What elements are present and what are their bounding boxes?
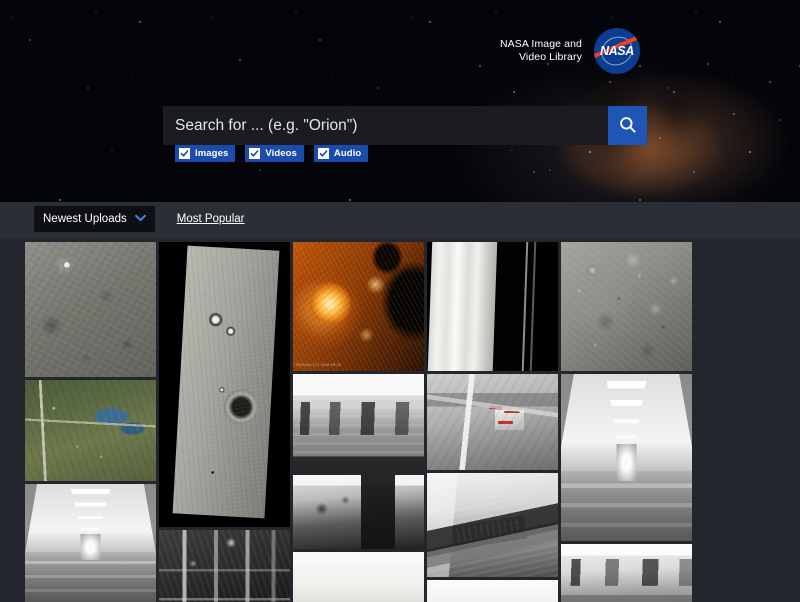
gallery-tile-aerial-launch-complex[interactable] [427,374,558,470]
thumbnail-image [561,242,692,371]
thumbnail-image [293,552,424,602]
gallery-tile-bw-control-room-workstations[interactable] [293,374,424,472]
thumbnail-image [561,374,692,541]
ceiling-lights [64,489,116,541]
sort-toolbar: Newest Uploads Most Popular [0,202,800,238]
ceiling-lights [600,381,652,454]
site-branding: NASA Image and Video Library NASA [500,28,640,74]
gallery-column-1 [25,242,156,602]
filter-chip-videos[interactable]: Videos [245,145,304,162]
thumbnail-image [561,544,692,602]
console-control-panel [452,515,528,549]
filter-chip-audio[interactable]: Audio [314,145,368,162]
thumbnail-image [427,374,558,470]
orbital-swath [173,245,279,518]
search-bar [163,106,647,145]
ring-band [427,242,498,371]
filter-label-audio: Audio [334,148,361,159]
sort-dropdown-label: Newest Uploads [43,213,127,225]
image-watermark: SDO/AIA 171 2018-09-26 [296,363,341,367]
red-markings [487,403,542,428]
search-submit-button[interactable] [608,106,647,145]
gallery-tile-bw-interior-corridor[interactable] [25,484,156,602]
nasa-logo-wordmark: NASA [594,28,640,74]
media-type-filters: Images Videos Audio [175,145,368,162]
checkbox-checked-icon[interactable] [179,148,190,159]
gallery-tile-bw-white-wall-panel[interactable] [293,552,424,602]
floor-reflection [25,552,156,602]
thin-ringlet [529,242,536,371]
site-title: NASA Image and Video Library [500,38,582,64]
thin-ringlet [521,242,528,371]
gallery-tile-bw-laboratory-room[interactable] [561,544,692,602]
image-results-gallery: SDO/AIA 171 2018-09-26 [0,238,800,602]
filter-chip-images[interactable]: Images [175,145,235,162]
nasa-logo-icon: NASA [594,28,640,74]
thumbnail-image [293,242,424,371]
gallery-tile-solar-active-region[interactable]: SDO/AIA 171 2018-09-26 [293,242,424,371]
thumbnail-image [427,580,558,602]
thumbnail-image [293,475,424,549]
thumbnail-image [293,374,424,472]
ring-gap [493,242,519,371]
floor-reflection [561,471,692,541]
gallery-tile-bw-control-console[interactable] [427,473,558,577]
facility-building [495,410,524,429]
thumbnail-image [159,242,290,527]
masonry-grid: SDO/AIA 171 2018-09-26 [25,242,693,602]
gallery-column-3: SDO/AIA 171 2018-09-26 [293,242,424,602]
search-input[interactable] [163,106,608,145]
thumbnail-image [25,380,156,481]
gallery-tile-aerial-view-of-nasa-facility[interactable] [25,380,156,481]
filter-label-images: Images [195,148,228,159]
checkbox-checked-icon[interactable] [249,148,260,159]
gallery-tile-bw-office-with-equipment[interactable] [293,475,424,549]
thumbnail-image [427,242,558,371]
thumbnail-image [427,473,558,577]
gallery-tile-mercury-cratered-hemisphere[interactable] [561,242,692,371]
checkbox-checked-icon[interactable] [318,148,329,159]
hero-banner: NASA Image and Video Library NASA [0,0,800,202]
search-icon [618,115,637,137]
gallery-tile-bw-long-hallway[interactable] [561,374,692,541]
most-popular-link[interactable]: Most Popular [177,213,245,225]
thumbnail-image [25,242,156,377]
gallery-tile-bw-bright-room[interactable] [427,580,558,602]
gallery-tile-saturn-ring-closeup[interactable] [427,242,558,371]
gallery-tile-bw-industrial-machinery[interactable] [159,530,290,602]
gallery-column-4 [427,242,558,602]
filter-label-videos: Videos [265,148,297,159]
gallery-tile-mars-orbital-image-strip[interactable] [159,242,290,527]
thumbnail-image [159,530,290,602]
thumbnail-image [25,484,156,602]
chevron-down-icon [135,213,146,225]
gallery-tile-cratered-lunar-surface[interactable] [25,242,156,377]
gallery-column-5 [561,242,692,602]
sort-dropdown[interactable]: Newest Uploads [34,206,155,232]
gallery-column-2 [159,242,290,602]
